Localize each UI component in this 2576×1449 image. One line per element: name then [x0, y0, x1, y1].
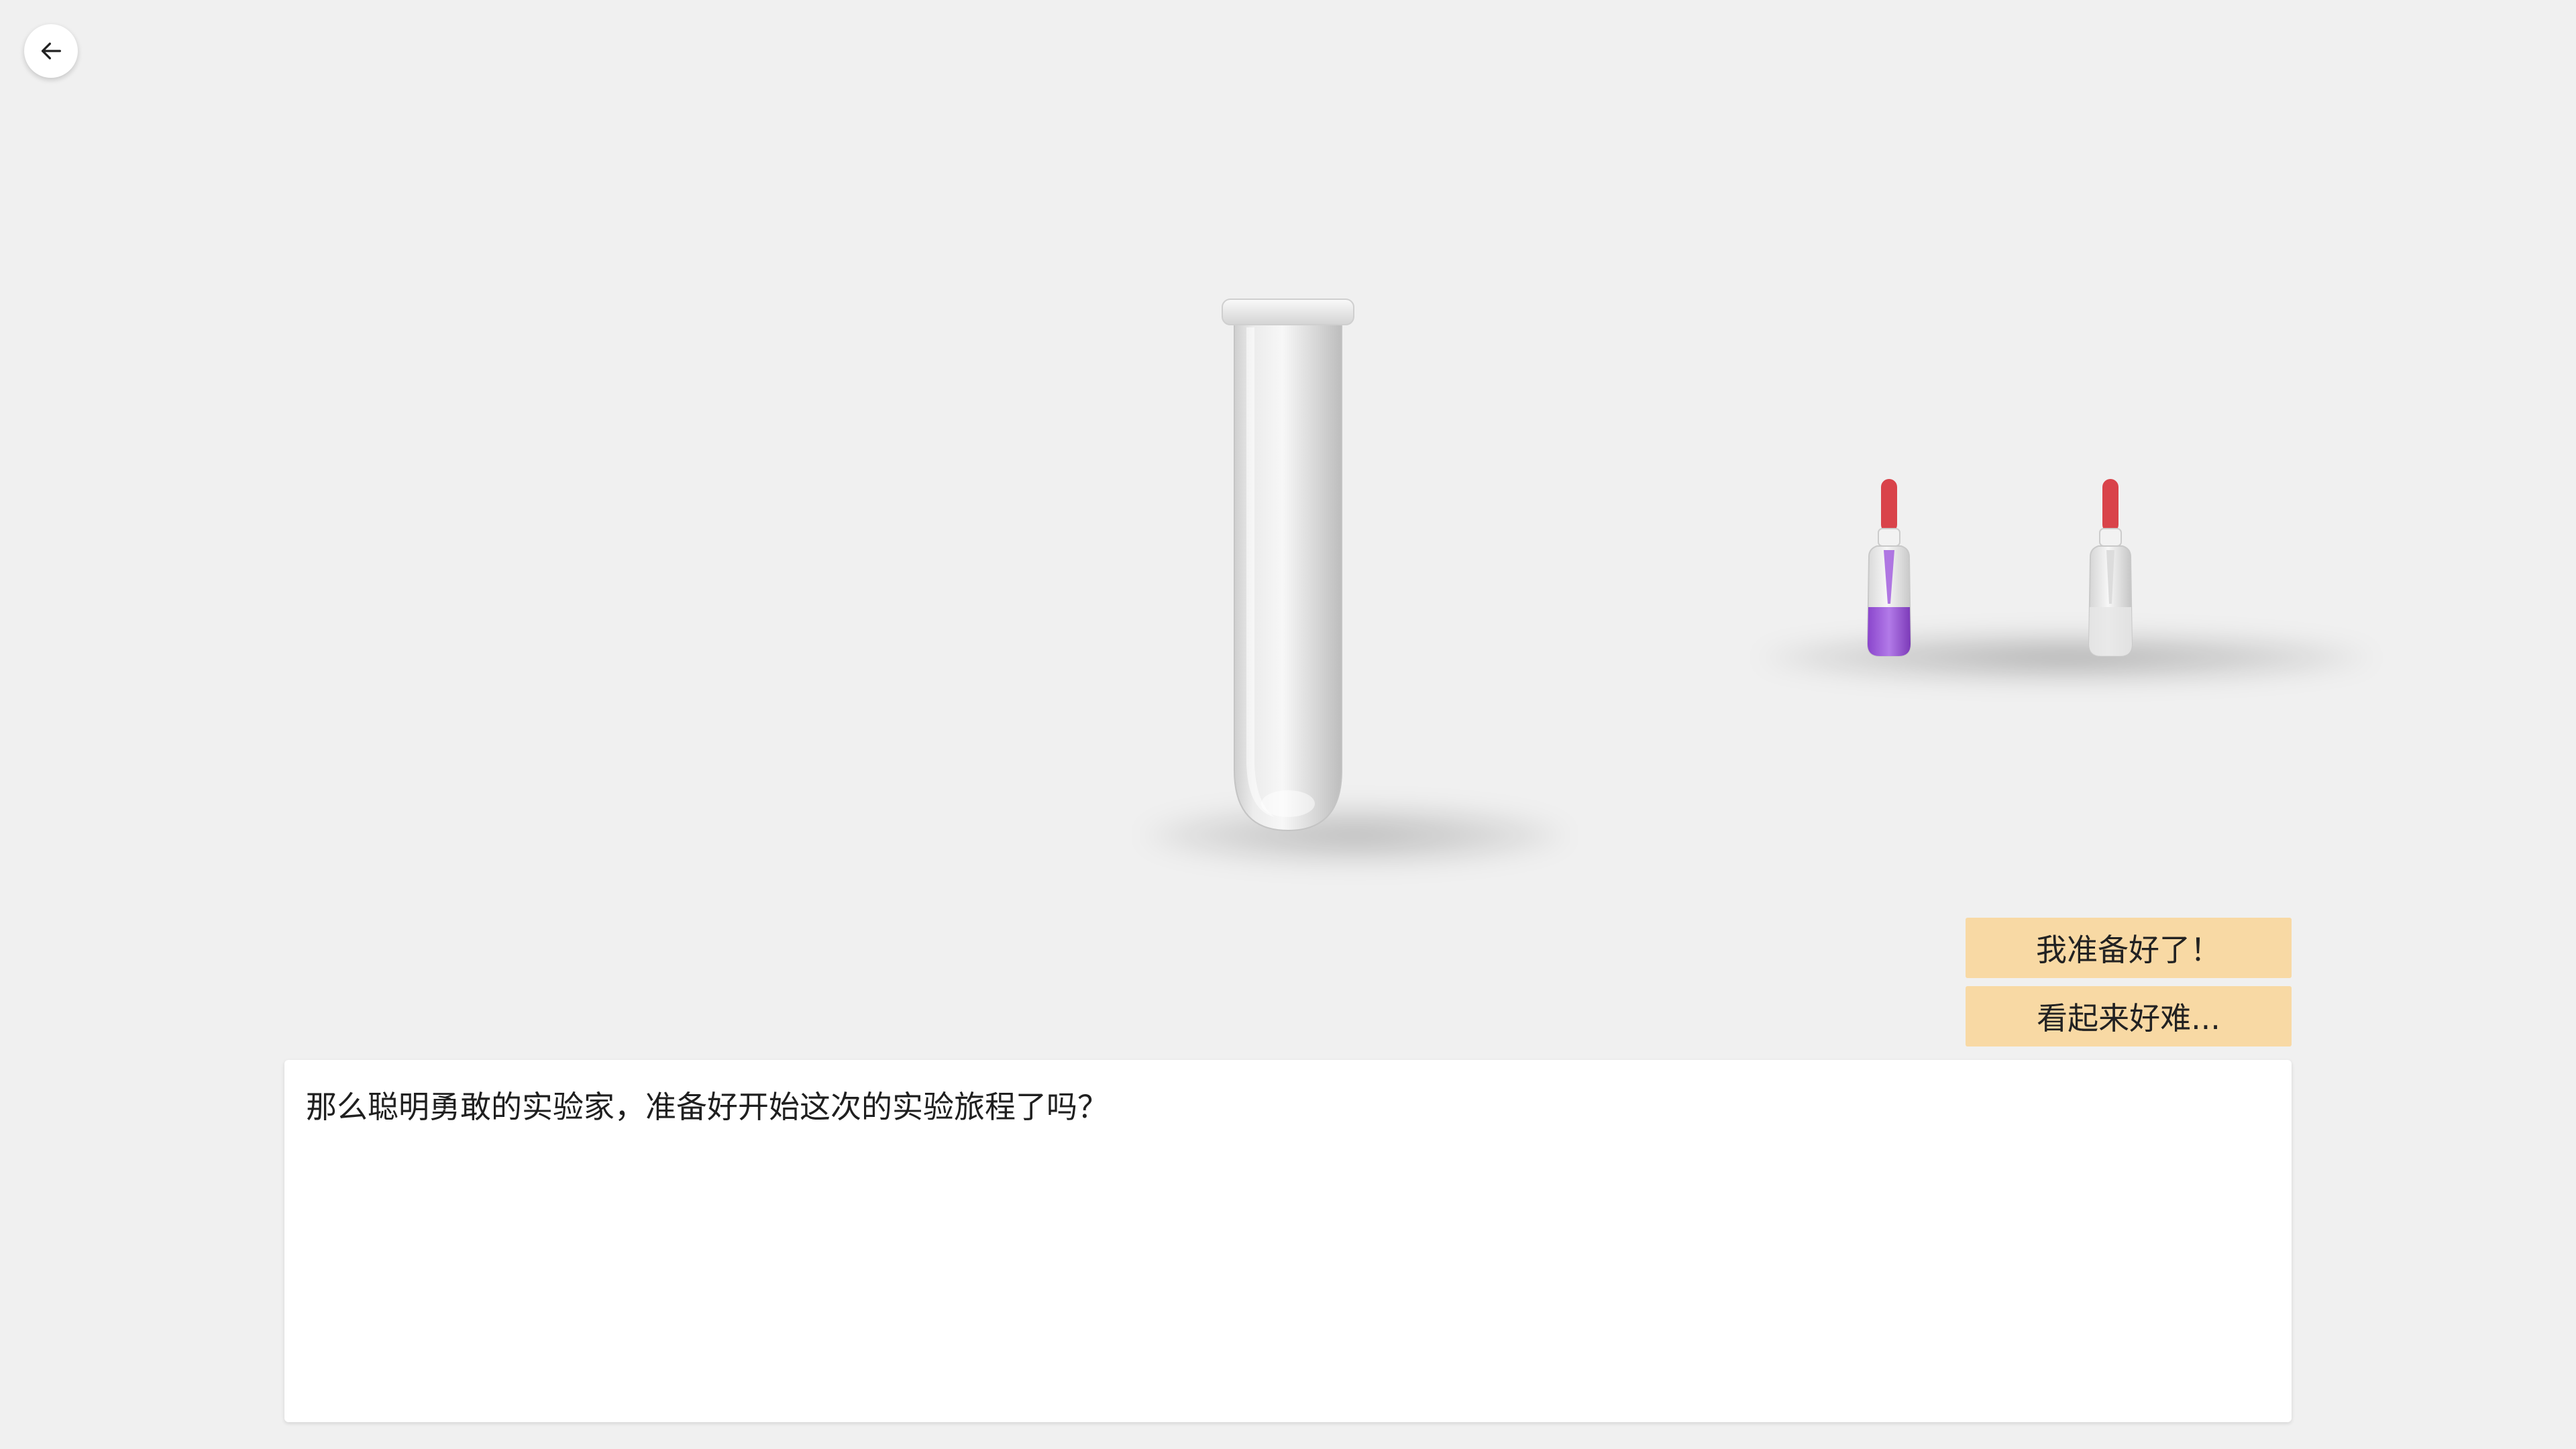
game-stage: 我准备好了！ 看起来好难... 那么聪明勇敢的实验家，准备好开始这次的实验旅程了… — [0, 0, 2576, 1449]
choice-ready-button[interactable]: 我准备好了！ — [1966, 918, 2292, 978]
dropper-bottle-clear[interactable] — [2070, 476, 2151, 664]
test-tube[interactable] — [1214, 294, 1362, 837]
lab-scene — [0, 0, 2576, 906]
dialog-text: 那么聪明勇敢的实验家，准备好开始这次的实验旅程了吗？ — [306, 1089, 1108, 1125]
dropper-bottle-purple[interactable] — [1849, 476, 1929, 664]
choice-hard-button[interactable]: 看起来好难... — [1966, 986, 2292, 1046]
dialog-box: 那么聪明勇敢的实验家，准备好开始这次的实验旅程了吗？ — [284, 1060, 2292, 1422]
